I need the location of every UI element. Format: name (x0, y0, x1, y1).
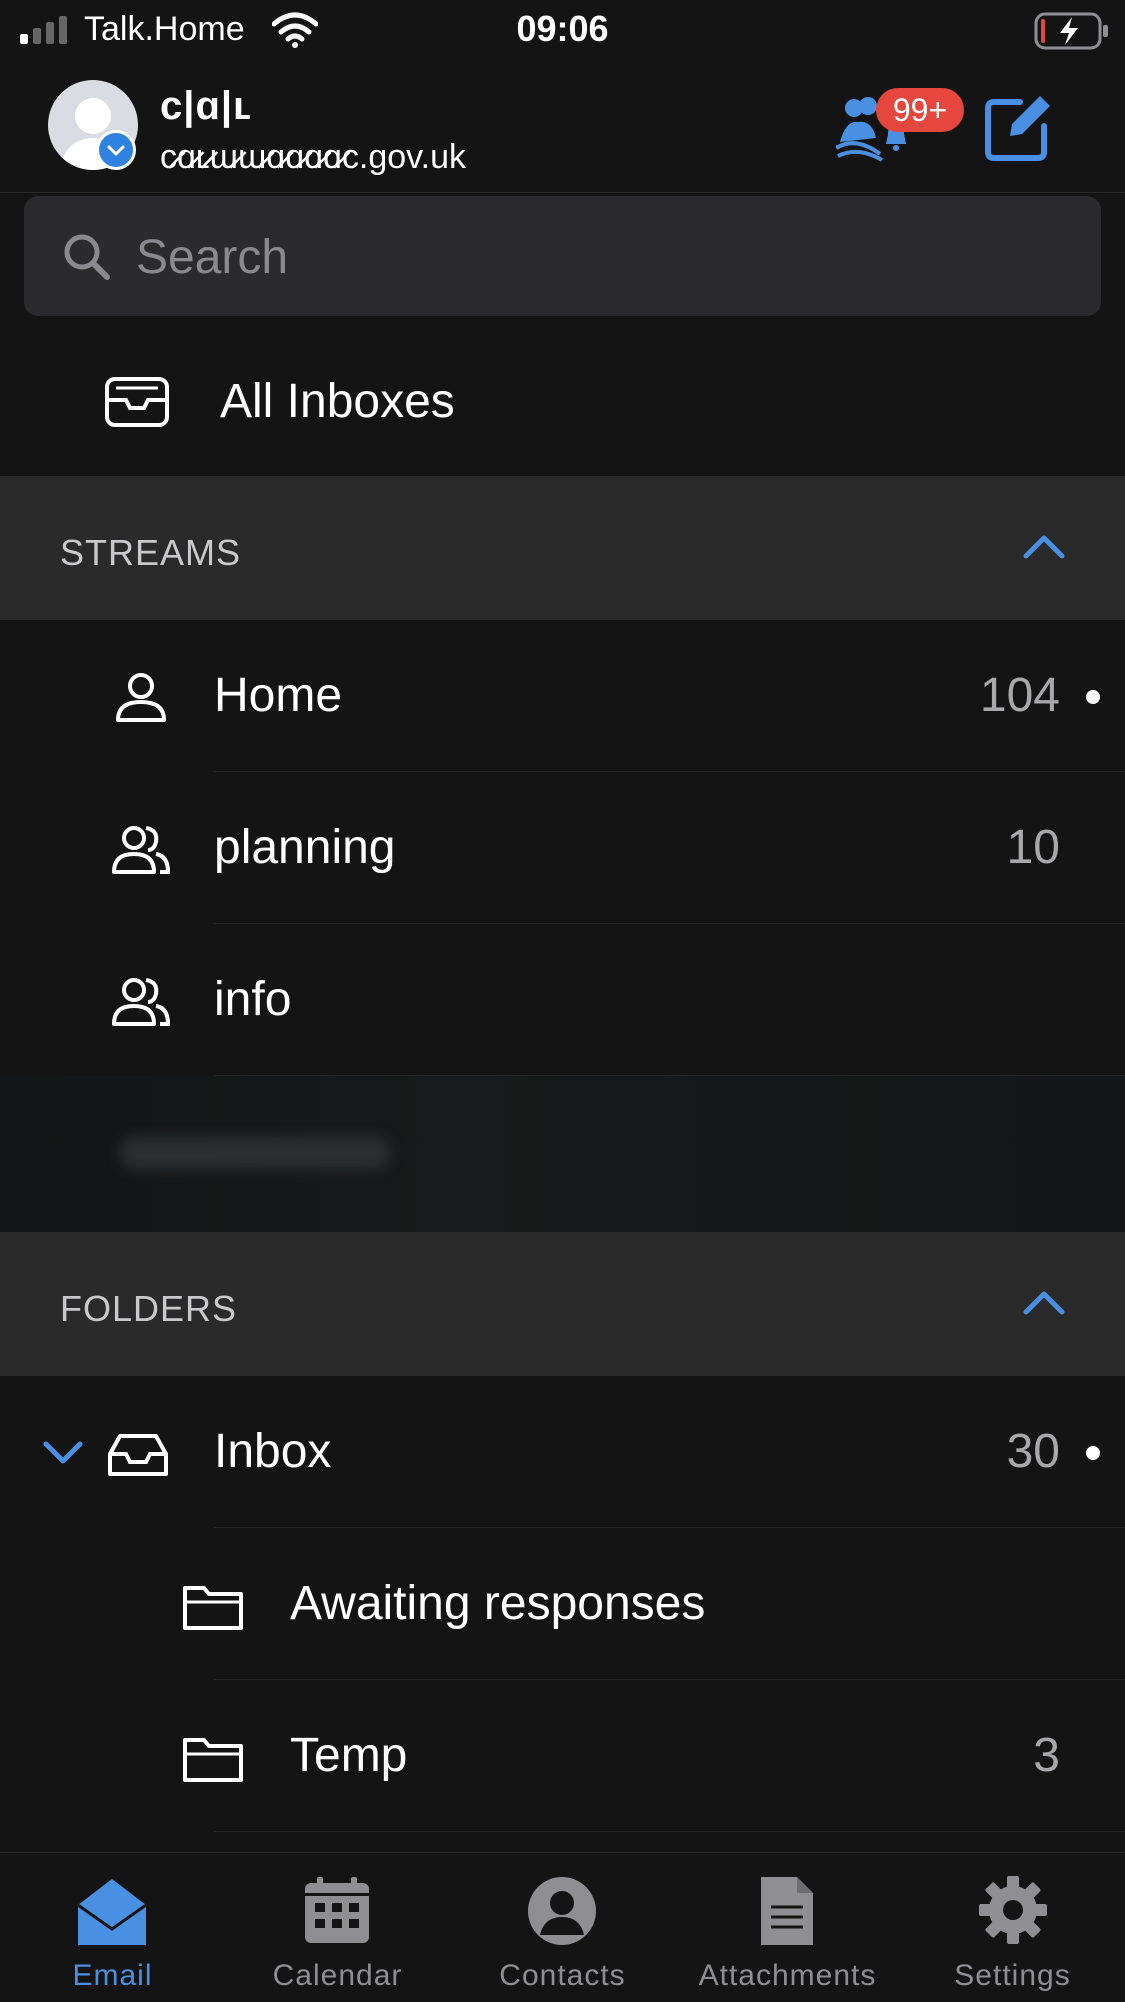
chevron-up-icon[interactable] (1022, 530, 1066, 562)
envelope-icon (77, 1879, 147, 1945)
streams-title: STREAMS (60, 532, 242, 573)
redacted-row (0, 1076, 1125, 1232)
folder-item-temp[interactable]: Temp 3 (0, 1680, 1125, 1832)
battery-charging-icon (1034, 12, 1108, 50)
status-bar: Talk.Home 09:06 (0, 0, 1125, 64)
folders-title: FOLDERS (60, 1288, 238, 1329)
unread-count: 3 (1033, 1729, 1060, 1782)
search-input[interactable] (134, 226, 1038, 288)
folder-item-label: Inbox (214, 1425, 332, 1478)
stream-item-label: Home (214, 669, 343, 722)
stream-item-label: info (214, 973, 292, 1026)
tab-label: Email (72, 1959, 153, 1992)
inbox-icon (108, 1434, 168, 1476)
blurred-content (120, 1136, 390, 1170)
clock: 09:06 (516, 8, 609, 49)
tab-label: Contacts (499, 1959, 626, 1992)
document-icon (761, 1877, 813, 1945)
unread-count: 10 (1006, 821, 1060, 874)
group-icon (112, 978, 171, 1026)
folder-item-label: Temp (290, 1729, 408, 1782)
stream-item-info[interactable]: info (0, 924, 1125, 1076)
gear-icon (979, 1876, 1047, 1944)
tab-label: Attachments (698, 1959, 877, 1992)
tab-email[interactable]: Email (0, 1853, 225, 2002)
divider (214, 1831, 1125, 1832)
account-name: c|ɑ|ʟ (160, 84, 253, 128)
tab-attachments[interactable]: Attachments (675, 1853, 900, 2002)
unread-count: 104 (979, 669, 1060, 722)
stream-item-planning[interactable]: planning 10 (0, 772, 1125, 924)
unread-dot (1086, 1446, 1100, 1460)
folder-item-label: Awaiting responses (290, 1577, 706, 1630)
contact-icon (528, 1877, 596, 1945)
stream-item-home[interactable]: Home 104 (0, 620, 1125, 772)
search-icon (64, 234, 110, 280)
folder-item-awaiting-responses[interactable]: Awaiting responses (0, 1528, 1125, 1680)
chevron-down-icon[interactable] (42, 1436, 84, 1468)
calendar-icon (305, 1877, 369, 1943)
tab-contacts[interactable]: Contacts (450, 1853, 675, 2002)
folder-icon (183, 1586, 243, 1630)
compose-icon[interactable] (984, 92, 1054, 162)
folders-section-header[interactable]: FOLDERS (0, 1232, 1125, 1376)
all-inboxes-row[interactable]: All Inboxes (0, 324, 1125, 476)
chevron-up-icon[interactable] (1022, 1286, 1066, 1318)
notification-count-badge: 99+ (876, 88, 964, 132)
account-switch-icon[interactable] (96, 130, 136, 170)
inbox-tray-icon (105, 377, 169, 427)
tab-settings[interactable]: Settings (900, 1853, 1125, 2002)
account-email: c̷ɑ̷ʟ̷ɯ̷ɯ̷ɑ̷ɑ̷ɑ̷ɑ̷c.gov.uk (160, 138, 467, 176)
all-inboxes-label: All Inboxes (220, 375, 455, 428)
unread-dot (1086, 690, 1100, 704)
tab-label: Settings (954, 1959, 1071, 1992)
search-bar[interactable] (24, 196, 1101, 316)
folder-icon (183, 1738, 243, 1782)
stream-item-label: planning (214, 821, 396, 874)
account-header: c|ɑ|ʟ c̷ɑ̷ʟ̷ɯ̷ɯ̷ɑ̷ɑ̷ɑ̷ɑ̷c.gov.uk 99+ (0, 64, 1125, 193)
person-icon (116, 673, 166, 722)
tab-calendar[interactable]: Calendar (225, 1853, 450, 2002)
streams-section-header[interactable]: STREAMS (0, 476, 1125, 620)
tab-bar: Email Calendar Contacts Attachments Sett… (0, 1852, 1125, 2002)
folder-item-inbox[interactable]: Inbox 30 (0, 1376, 1125, 1528)
tab-label: Calendar (272, 1959, 403, 1992)
group-icon (112, 826, 171, 874)
unread-count: 30 (1006, 1425, 1060, 1478)
